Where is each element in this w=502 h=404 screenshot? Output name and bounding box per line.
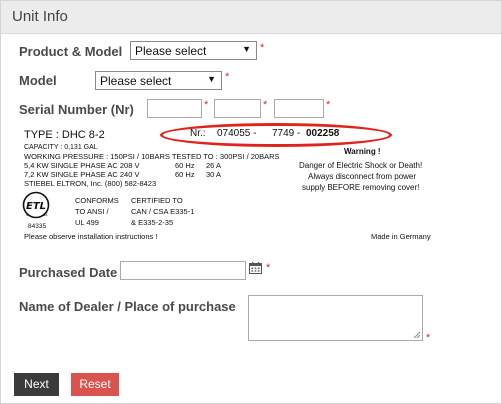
- required-marker: *: [225, 71, 230, 83]
- product-model-label: Product & Model: [19, 44, 123, 59]
- reset-button[interactable]: Reset: [71, 373, 119, 396]
- model-select-value: Please select: [100, 74, 172, 88]
- required-marker: *: [263, 99, 268, 111]
- plate-instructions: Please observe installation instructions…: [24, 232, 158, 241]
- plate-spec2-hz: 60 Hz: [175, 170, 195, 179]
- required-marker: *: [204, 99, 209, 111]
- panel-header: Unit Info: [1, 1, 501, 34]
- required-marker: *: [426, 332, 431, 344]
- plate-type: TYPE : DHC 8-2: [24, 129, 105, 141]
- resize-grip-icon[interactable]: [413, 331, 421, 339]
- plate-warning-title: Warning !: [344, 147, 381, 156]
- next-button[interactable]: Next: [14, 373, 59, 396]
- plate-nr-part3: 002258: [306, 128, 340, 139]
- serial-part2-input[interactable]: [214, 99, 261, 118]
- required-marker: *: [326, 99, 331, 111]
- plate-conforms-1: CONFORMS: [75, 196, 119, 205]
- purchased-date-input[interactable]: [120, 261, 246, 280]
- chevron-down-icon: ▼: [207, 74, 216, 84]
- plate-spec1-amp: 26 A: [206, 161, 222, 170]
- serial-number-label: Serial Number (Nr): [19, 102, 134, 117]
- serial-part1-input[interactable]: [147, 99, 202, 118]
- plate-warning-line2: Always disconnect from power: [308, 172, 417, 181]
- model-select[interactable]: Please select ▼: [95, 71, 222, 90]
- plate-conforms-2: TO ANSI /: [75, 207, 109, 216]
- plate-company: STIEBEL ELTRON, Inc. (800) 582-8423: [24, 179, 157, 188]
- etl-logo-icon: ETL c us: [22, 191, 50, 219]
- plate-nr-part1: 074055 -: [217, 128, 257, 139]
- plate-capacity: CAPACITY : 0,131 GAL: [24, 144, 98, 151]
- plate-warning-line1: Danger of Electric Shock or Death!: [299, 161, 423, 170]
- product-model-select[interactable]: Please select ▼: [130, 41, 257, 60]
- plate-spec1-hz: 60 Hz: [175, 161, 195, 170]
- calendar-icon[interactable]: [249, 262, 262, 274]
- plate-nr-dash: -: [297, 128, 301, 139]
- product-model-select-value: Please select: [135, 44, 207, 58]
- svg-text:c: c: [26, 212, 28, 217]
- plate-spec2-amp: 30 A: [206, 170, 222, 179]
- plate-pressure: WORKING PRESSURE : 150PSI / 10BARS TESTE…: [24, 152, 280, 161]
- plate-made-in: Made in Germany: [371, 232, 431, 241]
- dealer-label: Name of Dealer / Place of purchase: [19, 299, 236, 314]
- model-label: Model: [19, 73, 57, 88]
- svg-text:us: us: [43, 212, 48, 217]
- serial-part3-input[interactable]: [274, 99, 324, 118]
- dealer-textarea[interactable]: [248, 295, 423, 341]
- plate-spec1-power: 5,4 KW SINGLE PHASE AC 208 V: [24, 161, 140, 170]
- purchased-date-label: Purchased Date: [19, 265, 118, 280]
- plate-certified-3: & E335-2-35: [131, 218, 174, 227]
- plate-spec2-power: 7,2 KW SINGLE PHASE AC 240 V: [24, 170, 140, 179]
- chevron-down-icon: ▼: [242, 44, 251, 54]
- plate-conforms-3: UL 499: [75, 218, 99, 227]
- required-marker: *: [260, 42, 265, 54]
- plate-warning-line3: supply BEFORE removing cover!: [302, 183, 420, 192]
- required-marker: *: [266, 262, 271, 274]
- plate-nr-part2: 7749: [272, 128, 295, 139]
- panel-title: Unit Info: [12, 8, 68, 25]
- plate-logo-number: 84335: [28, 223, 47, 230]
- plate-nr-prefix: Nr.:: [190, 128, 206, 139]
- plate-certified-2: CAN / CSA E335-1: [131, 207, 195, 216]
- plate-certified-1: CERTIFIED TO: [131, 196, 183, 205]
- svg-text:ETL: ETL: [26, 201, 46, 212]
